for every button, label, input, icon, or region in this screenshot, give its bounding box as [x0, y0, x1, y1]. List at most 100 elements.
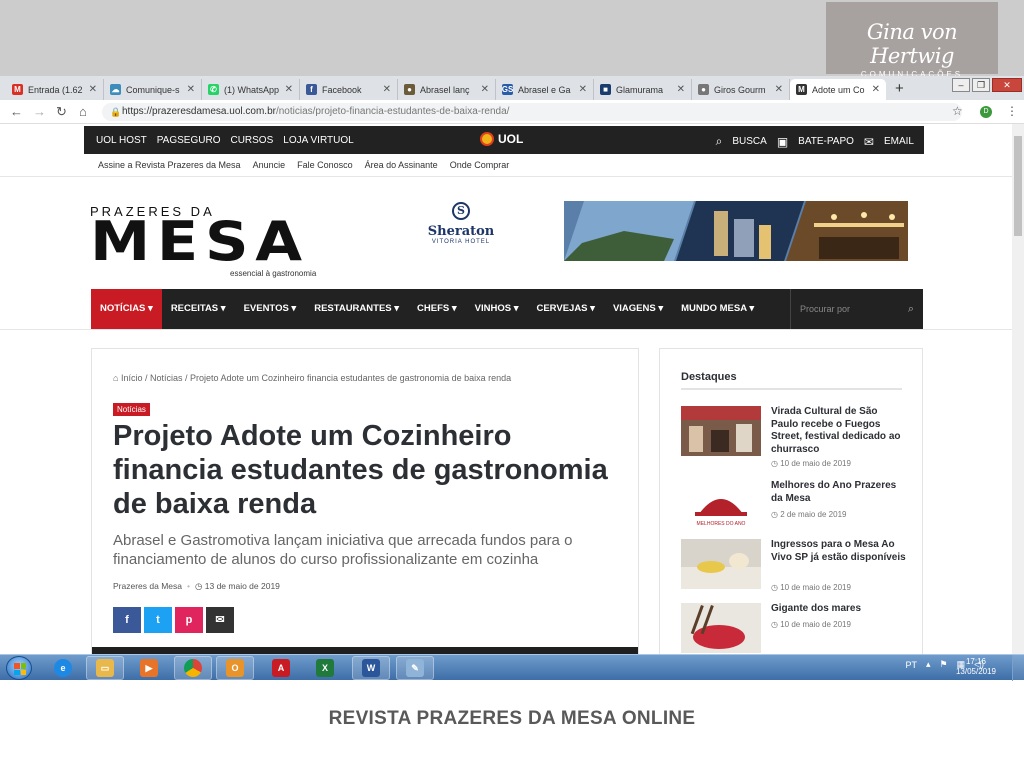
tray-arrow-icon[interactable]: ▴ — [926, 659, 931, 670]
taskbar-clock[interactable]: 17:16 13/05/2019 — [956, 657, 996, 677]
browser-tab[interactable]: M Entrada (1.62 ✕ — [6, 79, 104, 100]
browser-tab[interactable]: ✆ (1) WhatsApp ✕ — [202, 79, 300, 100]
sheraton-ad[interactable]: S Sheraton VITORIA HOTEL — [420, 202, 502, 245]
start-button[interactable] — [6, 656, 32, 680]
chat-icon[interactable]: ▣ — [777, 135, 788, 149]
reload-icon[interactable]: ↻ — [56, 104, 67, 120]
twitter-share-button[interactable]: t — [144, 607, 172, 633]
close-tab-icon[interactable]: ✕ — [579, 84, 587, 95]
close-tab-icon[interactable]: ✕ — [775, 84, 783, 95]
nav-item[interactable]: VIAGENS ▾ — [604, 289, 672, 329]
scrollbar[interactable] — [1012, 124, 1024, 654]
uol-logo-icon — [480, 132, 494, 146]
taskbar-chrome[interactable] — [174, 656, 212, 680]
taskbar-excel[interactable]: X — [306, 656, 344, 680]
secondary-link[interactable]: Anuncie — [253, 160, 286, 170]
browser-tab[interactable]: ● Abrasel lanç ✕ — [398, 79, 496, 100]
busca-link[interactable]: BUSCA — [732, 136, 766, 147]
browser-tab[interactable]: ■ Glamurama ✕ — [594, 79, 692, 100]
search-icon[interactable]: ⌕ — [716, 134, 723, 149]
url-input[interactable]: 🔒 https://prazeresdamesa.uol.com.br/noti… — [102, 103, 962, 121]
search-input[interactable]: Procurar por ⌕ — [790, 289, 923, 329]
sidebar-item-title[interactable]: Melhores do Ano Prazeres da Mesa — [771, 480, 906, 505]
browser-tab[interactable]: f Facebook ✕ — [300, 79, 398, 100]
facebook-share-button[interactable]: f — [113, 607, 141, 633]
article-meta: Prazeres da Mesa • ◷ 13 de maio de 2019 — [113, 581, 280, 591]
taskbar-outlook[interactable]: O — [216, 656, 254, 680]
breadcrumb: ⌂ Início / Notícias / Projeto Adote um C… — [113, 373, 512, 383]
menu-kebab-icon[interactable]: ⋮ — [1006, 104, 1018, 118]
windows-taskbar: e ▭ ▶ O A X W ✎ PT ▴ ⚑ ▦ ◁) 17:16 13/05/… — [0, 654, 1024, 681]
uol-logo[interactable]: UOL — [480, 132, 523, 146]
taskbar-word[interactable]: W — [352, 656, 390, 680]
close-tab-icon[interactable]: ✕ — [89, 84, 97, 95]
clock-time: 17:16 — [965, 657, 986, 666]
new-tab-button[interactable]: + — [895, 80, 904, 97]
nav-item[interactable]: NOTÍCIAS ▾ — [91, 289, 162, 329]
bate-papo-link[interactable]: BATE-PAPO — [798, 136, 854, 147]
taskbar-paint[interactable]: ✎ — [396, 656, 434, 680]
browser-tab[interactable]: M Adote um Co ✕ — [790, 79, 886, 100]
forward-arrow-icon[interactable]: → — [33, 104, 46, 119]
flag-icon[interactable]: ⚑ — [939, 659, 947, 670]
sidebar-thumb-image[interactable] — [681, 406, 761, 456]
prazeres-da-mesa-logo[interactable]: PRAZERES DA MESA essencial à gastronomia — [90, 204, 350, 278]
secondary-link[interactable]: Área do Assinante — [365, 160, 438, 170]
article-author[interactable]: Prazeres da Mesa — [113, 581, 182, 591]
sidebar-item-title[interactable]: Ingressos para o Mesa Ao Vivo SP já estã… — [771, 539, 906, 564]
email-icon[interactable]: ✉ — [864, 135, 874, 149]
close-tab-icon[interactable]: ✕ — [481, 84, 489, 95]
show-desktop-button[interactable] — [1012, 655, 1024, 681]
sheraton-subtitle: VITORIA HOTEL — [431, 239, 491, 245]
taskbar-ie[interactable]: e — [44, 656, 82, 680]
email-share-button[interactable]: ✉ — [206, 607, 234, 633]
nav-item[interactable]: VINHOS ▾ — [466, 289, 528, 329]
scrollbar-thumb[interactable] — [1014, 136, 1022, 236]
uol-top-link[interactable]: CURSOS — [230, 135, 273, 146]
close-tab-icon[interactable]: ✕ — [383, 84, 391, 95]
category-badge[interactable]: Notícias — [113, 403, 150, 416]
maximize-button[interactable]: ❐ — [972, 78, 990, 92]
nav-item[interactable]: RECEITAS ▾ — [162, 289, 235, 329]
nav-item[interactable]: CHEFS ▾ — [408, 289, 466, 329]
nav-item[interactable]: EVENTOS ▾ — [235, 289, 306, 329]
close-tab-icon[interactable]: ✕ — [285, 84, 293, 95]
home-icon[interactable]: ⌂ — [79, 104, 87, 119]
nav-item[interactable]: MUNDO MESA ▾ — [672, 289, 763, 329]
nav-item[interactable]: RESTAURANTES ▾ — [305, 289, 408, 329]
nav-item[interactable]: CERVEJAS ▾ — [527, 289, 603, 329]
close-tab-icon[interactable]: ✕ — [677, 84, 685, 95]
secondary-link[interactable]: Assine a Revista Prazeres da Mesa — [98, 160, 241, 170]
close-tab-icon[interactable]: ✕ — [872, 84, 880, 95]
browser-tab[interactable]: ☁ Comunique-s ✕ — [104, 79, 202, 100]
secondary-link[interactable]: Onde Comprar — [450, 160, 510, 170]
browser-tab[interactable]: GS Abrasel e Ga ✕ — [496, 79, 594, 100]
sidebar-thumb-image[interactable]: MELHORES DO ANO — [681, 480, 761, 530]
sidebar-thumb-image[interactable] — [681, 603, 761, 653]
taskbar-media[interactable]: ▶ — [130, 656, 168, 680]
uol-top-bar: UOL HOST PAGSEGURO CURSOS LOJA VIRTUOL UOL … — [84, 126, 924, 154]
home-icon[interactable]: ⌂ — [113, 373, 121, 383]
sidebar-item-title[interactable]: Gigante dos mares — [771, 603, 906, 616]
taskbar-acrobat[interactable]: A — [262, 656, 300, 680]
secondary-link[interactable]: Fale Conosco — [297, 160, 353, 170]
uol-top-link[interactable]: UOL HOST — [96, 135, 147, 146]
minimize-button[interactable]: – — [952, 78, 970, 92]
taskbar-explorer[interactable]: ▭ — [86, 656, 124, 680]
search-icon[interactable]: ⌕ — [908, 289, 914, 329]
browser-tab[interactable]: ● Giros Gourm ✕ — [692, 79, 790, 100]
uol-top-link[interactable]: LOJA VIRTUOL — [283, 135, 353, 146]
hotel-banner-image[interactable] — [564, 201, 908, 261]
url-host: https://prazeresdamesa.uol.com.br — [122, 106, 276, 117]
bookmark-star-icon[interactable]: ☆ — [952, 104, 963, 118]
sidebar-thumb-image[interactable] — [681, 539, 761, 589]
email-link[interactable]: EMAIL — [884, 136, 914, 147]
language-indicator[interactable]: PT — [905, 660, 917, 670]
pinterest-share-button[interactable]: p — [175, 607, 203, 633]
close-window-button[interactable]: ✕ — [992, 78, 1022, 92]
close-tab-icon[interactable]: ✕ — [187, 84, 195, 95]
back-arrow-icon[interactable]: ← — [10, 104, 23, 119]
uol-top-link[interactable]: PAGSEGURO — [157, 135, 221, 146]
profile-avatar[interactable]: D — [980, 106, 992, 118]
sidebar-item-title[interactable]: Virada Cultural de São Paulo recebe o Fu… — [771, 406, 906, 456]
